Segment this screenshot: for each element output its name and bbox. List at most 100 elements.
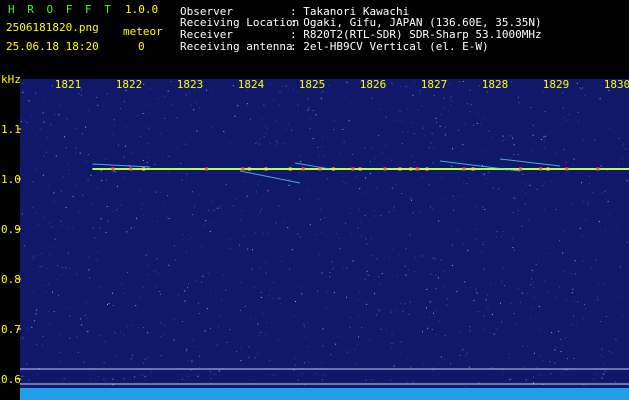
noise-dot [282,86,284,87]
noise-dot [32,207,34,209]
noise-dot [489,282,491,284]
noise-dot [573,158,575,160]
noise-dot [272,297,273,299]
noise-dot [105,231,107,233]
noise-dot [544,139,546,141]
noise-dot [60,190,62,192]
noise-dot [85,160,87,162]
noise-dot [136,217,138,219]
noise-dot [587,203,589,205]
noise-dot [414,81,416,83]
noise-dot [190,104,192,106]
noise-dot [458,129,460,131]
noise-dot [321,362,323,364]
noise-dot [452,195,454,197]
signal-hotspot [332,167,335,171]
noise-dot [240,310,241,311]
noise-dot [535,264,537,266]
noise-dot [421,105,423,107]
signal-hotspot [565,167,569,171]
noise-dot [410,366,412,368]
noise-dot [159,133,161,135]
noise-dot [168,264,170,266]
noise-dot [511,81,513,83]
noise-dot [438,319,440,321]
noise-dot [50,124,52,126]
noise-dot [75,152,77,154]
noise-dot [132,325,134,327]
noise-dot [472,124,474,126]
noise-dot [440,114,442,115]
timestamp: 25.06.18 18:20 [6,40,99,53]
noise-dot [588,201,590,203]
signal-hotspot [351,167,355,171]
noise-dot [36,168,38,170]
noise-dot [46,139,48,141]
noise-dot [335,343,337,345]
noise-dot [510,303,512,305]
noise-dot [164,96,166,97]
noise-dot [324,217,326,219]
noise-dot [578,81,580,82]
noise-dot [350,212,351,214]
noise-dot [385,116,387,118]
noise-dot [359,188,361,190]
noise-dot [533,382,534,384]
noise-dot [54,238,56,240]
noise-dot [444,126,446,128]
noise-dot [23,375,25,377]
noise-dot [605,316,607,317]
noise-dot [154,164,156,165]
noise-dot [291,249,293,251]
noise-dot [98,335,100,336]
noise-dot [182,234,184,236]
noise-dot [466,352,468,354]
noise-dot [287,122,289,124]
noise-dot [421,255,423,257]
noise-dot [58,360,60,362]
noise-dot [602,191,603,193]
noise-dot [501,236,503,237]
noise-dot [112,384,114,386]
noise-dot [257,184,259,186]
noise-dot [214,373,216,375]
noise-dot [369,339,370,341]
signal-hotspot [425,167,429,171]
noise-dot [519,289,521,291]
noise-dot [257,323,259,325]
signal-hotspot [519,167,523,171]
noise-dot [164,324,166,326]
noise-dot [364,147,366,149]
noise-dot [229,238,231,240]
noise-dot [376,314,378,316]
noise-dot [31,326,33,328]
noise-dot [144,358,146,360]
noise-dot [495,328,497,330]
noise-dot [608,351,610,353]
noise-dot [197,375,199,377]
noise-dot [241,210,243,212]
noise-dot [590,267,592,269]
noise-dot [297,111,299,113]
noise-dot [289,184,291,186]
noise-dot [339,153,341,155]
noise-dot [35,212,37,214]
noise-dot [476,311,478,313]
noise-dot [181,179,183,181]
noise-dot [68,173,70,175]
x-tick-label: 1823 [177,78,204,91]
noise-dot [595,259,597,261]
noise-dot [408,314,410,315]
noise-dot [488,130,490,132]
noise-dot [65,207,67,209]
noise-dot [173,319,175,321]
noise-dot [487,294,488,296]
noise-dot [462,144,464,146]
noise-dot [86,317,88,319]
noise-dot [194,204,196,206]
noise-dot [434,310,436,312]
noise-dot [482,151,484,153]
noise-dot [601,348,603,350]
noise-dot [468,366,470,368]
noise-dot [519,301,521,303]
